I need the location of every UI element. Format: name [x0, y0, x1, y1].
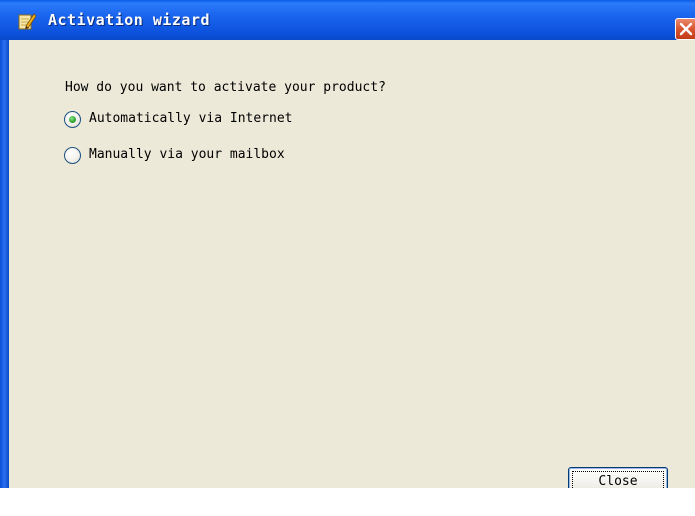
close-x-icon[interactable] [675, 18, 695, 40]
radio-automatic-selected[interactable] [64, 110, 81, 128]
radio-selected-dot [69, 115, 76, 123]
dialog-body [9, 40, 695, 488]
radio-manual[interactable] [64, 146, 81, 164]
close-button-label: Close [598, 474, 638, 489]
bottom-strip [0, 488, 695, 516]
title-bar[interactable]: Activation wizard [0, 0, 695, 40]
option-automatic[interactable]: Automatically via Internet [64, 109, 293, 129]
option-manual-label[interactable]: Manually via your mailbox [89, 147, 285, 163]
window-title: Activation wizard [48, 11, 211, 29]
activation-question: How do you want to activate your product… [65, 80, 386, 95]
activation-wizard-window: Activation wizard How do you want to act… [0, 0, 695, 516]
pencil-notepad-icon [18, 12, 37, 30]
option-automatic-label[interactable]: Automatically via Internet [89, 111, 293, 127]
window-left-border [0, 40, 9, 516]
option-manual[interactable]: Manually via your mailbox [64, 145, 285, 165]
